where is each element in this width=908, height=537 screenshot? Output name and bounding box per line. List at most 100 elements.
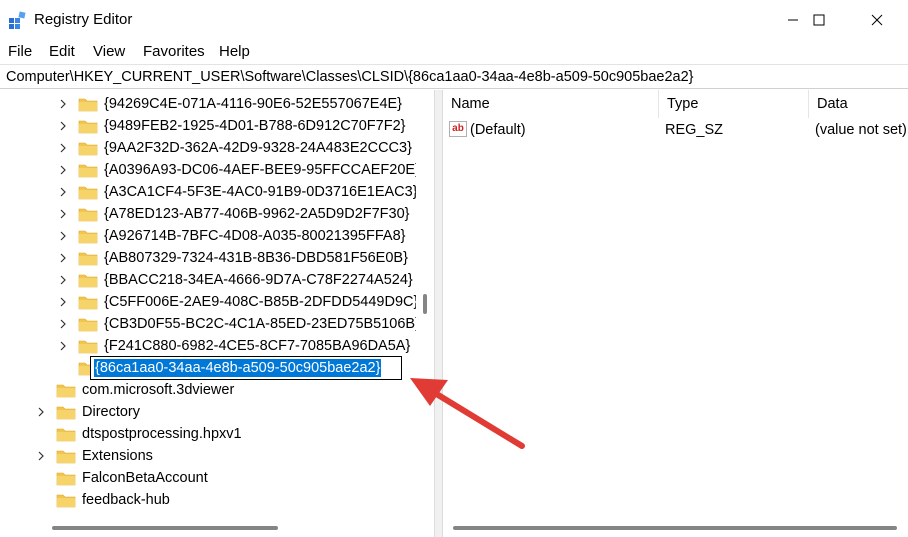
expand-chevron-icon[interactable] [56,181,70,203]
folder-icon [56,494,76,508]
tree-item-label: {CB3D0F55-BC2C-4C1A-85ED-23ED75B5106B} [104,316,420,332]
folder-icon [56,472,76,486]
tree-item-label: {A3CA1CF4-5F3E-4AC0-91B9-0D3716E1EAC3} [104,184,418,200]
expand-chevron-icon[interactable] [56,159,70,181]
folder-icon [78,164,98,178]
tree-horizontal-scrollbar[interactable] [0,518,434,537]
folder-icon [78,340,98,354]
column-header-data-label: Data [817,96,848,112]
tree-item-label: {A0396A93-DC06-4AEF-BEE9-95FFCCAEF20E} [104,162,420,178]
column-header-name-label: Name [451,96,490,112]
menu-edit[interactable]: Edit [49,43,75,60]
maximize-icon [813,14,825,26]
expand-chevron-icon[interactable] [56,137,70,159]
tree-item-label: {A78ED123-AB77-406B-9962-2A5D9D2F7F30} [104,206,410,222]
tree-item-clsid[interactable]: {94269C4E-071A-4116-90E6-52E557067E4E} [56,93,404,115]
folder-icon [56,406,76,420]
string-value-icon: ab [449,121,467,137]
rename-key-field[interactable]: {86ca1aa0-34aa-4e8b-a509-50c905bae2a2} [90,356,402,380]
tree-item-label: com.microsoft.3dviewer [82,382,235,398]
expand-chevron-icon[interactable] [34,445,48,467]
tree-item-clsid[interactable]: {9489FEB2-1925-4D01-B788-6D912C70F7F2} [56,115,407,137]
menu-favorites[interactable]: Favorites [143,43,205,60]
folder-icon [78,208,98,222]
address-bar[interactable]: Computer\HKEY_CURRENT_USER\Software\Clas… [0,64,908,89]
expand-chevron-icon[interactable] [56,291,70,313]
expand-chevron-icon[interactable] [56,203,70,225]
folder-icon [78,252,98,266]
value-type: REG_SZ [665,122,724,138]
tree-item[interactable]: feedback-hub [34,489,172,511]
column-header-type[interactable]: Type [659,90,809,118]
close-icon [871,14,883,26]
folder-icon [78,142,98,156]
tree-item-label: FalconBetaAccount [82,470,208,486]
tree-vertical-scrollbar[interactable] [416,90,434,520]
folder-icon [56,450,76,464]
tree-item-label: {9AA2F32D-362A-42D9-9328-24A483E2CCC3} [104,140,412,156]
folder-icon [78,274,98,288]
expand-chevron-icon[interactable] [56,269,70,291]
tree-item-label: feedback-hub [82,492,170,508]
expand-chevron-icon[interactable] [56,225,70,247]
column-header-name[interactable]: Name [443,90,659,118]
folder-icon [56,428,76,442]
tree-item-clsid[interactable]: {BBACC218-34EA-4666-9D7A-C78F2274A524} [56,269,415,291]
menu-file[interactable]: File [8,43,32,60]
folder-icon [78,296,98,310]
registry-editor-icon [9,11,26,29]
menu-view[interactable]: View [93,43,125,60]
rename-key-input-text[interactable]: {86ca1aa0-34aa-4e8b-a509-50c905bae2a2} [94,359,382,377]
tree-item-clsid[interactable]: {A926714B-7BFC-4D08-A035-80021395FFA8} [56,225,407,247]
column-header-type-label: Type [667,96,699,112]
menu-help[interactable]: Help [219,43,250,60]
tree-item-label: {F241C880-6982-4CE5-8CF7-7085BA96DA5A} [104,338,411,354]
menu-bar: File Edit View Favorites Help [0,40,908,64]
close-button[interactable] [854,0,900,40]
tree-item-clsid[interactable]: {A3CA1CF4-5F3E-4AC0-91B9-0D3716E1EAC3} [56,181,420,203]
tree-item-label: {9489FEB2-1925-4D01-B788-6D912C70F7F2} [104,118,406,134]
column-header-data[interactable]: Data [809,90,908,118]
tree-item-label: {AB807329-7324-431B-8B36-DBD581F56E0B} [104,250,408,266]
pane-splitter[interactable] [434,90,443,537]
expand-chevron-icon[interactable] [56,115,70,137]
title-bar: Registry Editor [0,0,908,40]
value-data: (value not set) [815,122,907,138]
tree-item[interactable]: Directory [34,401,142,423]
value-row[interactable]: ab (Default) REG_SZ (value not set) [443,120,908,142]
folder-icon [78,98,98,112]
tree-item[interactable]: com.microsoft.3dviewer [34,379,236,401]
tree-item-label: dtspostprocessing.hpxv1 [82,426,242,442]
expand-chevron-icon[interactable] [56,247,70,269]
tree-item-clsid[interactable]: {9AA2F32D-362A-42D9-9328-24A483E2CCC3} [56,137,414,159]
tree-item-label: {BBACC218-34EA-4666-9D7A-C78F2274A524} [104,272,413,288]
tree-item-clsid[interactable]: {A78ED123-AB77-406B-9962-2A5D9D2F7F30} [56,203,412,225]
tree-horizontal-scroll-thumb[interactable] [52,526,278,530]
value-name: (Default) [470,122,526,138]
window-title: Registry Editor [34,11,133,28]
tree-item-label: {94269C4E-071A-4116-90E6-52E557067E4E} [104,96,403,112]
folder-icon [78,120,98,134]
folder-icon [78,230,98,244]
tree-item-clsid[interactable]: {AB807329-7324-431B-8B36-DBD581F56E0B} [56,247,410,269]
key-tree[interactable]: {94269C4E-071A-4116-90E6-52E557067E4E} {9… [0,90,434,537]
maximize-button[interactable] [796,0,842,40]
address-path[interactable]: Computer\HKEY_CURRENT_USER\Software\Clas… [6,69,694,85]
values-horizontal-scroll-thumb[interactable] [453,526,897,530]
tree-vertical-scroll-thumb[interactable] [423,294,427,314]
tree-item-clsid[interactable]: {F241C880-6982-4CE5-8CF7-7085BA96DA5A} [56,335,412,357]
values-list[interactable]: Name Type Data ab (Default) REG_SZ (valu… [443,90,908,537]
tree-item[interactable]: Extensions [34,445,155,467]
expand-chevron-icon[interactable] [34,401,48,423]
tree-item-clsid[interactable]: {CB3D0F55-BC2C-4C1A-85ED-23ED75B5106B} [56,313,422,335]
tree-item[interactable]: dtspostprocessing.hpxv1 [34,423,244,445]
values-horizontal-scrollbar[interactable] [443,518,908,537]
expand-chevron-icon[interactable] [56,93,70,115]
tree-item[interactable]: FalconBetaAccount [34,467,210,489]
folder-icon [56,384,76,398]
expand-chevron-icon[interactable] [56,335,70,357]
tree-item-clsid[interactable]: {A0396A93-DC06-4AEF-BEE9-95FFCCAEF20E} [56,159,422,181]
expand-chevron-icon[interactable] [56,313,70,335]
tree-item-clsid[interactable]: {C5FF006E-2AE9-408C-B85B-2DFDD5449D9C} [56,291,420,313]
tree-item-label: Directory [82,404,141,420]
